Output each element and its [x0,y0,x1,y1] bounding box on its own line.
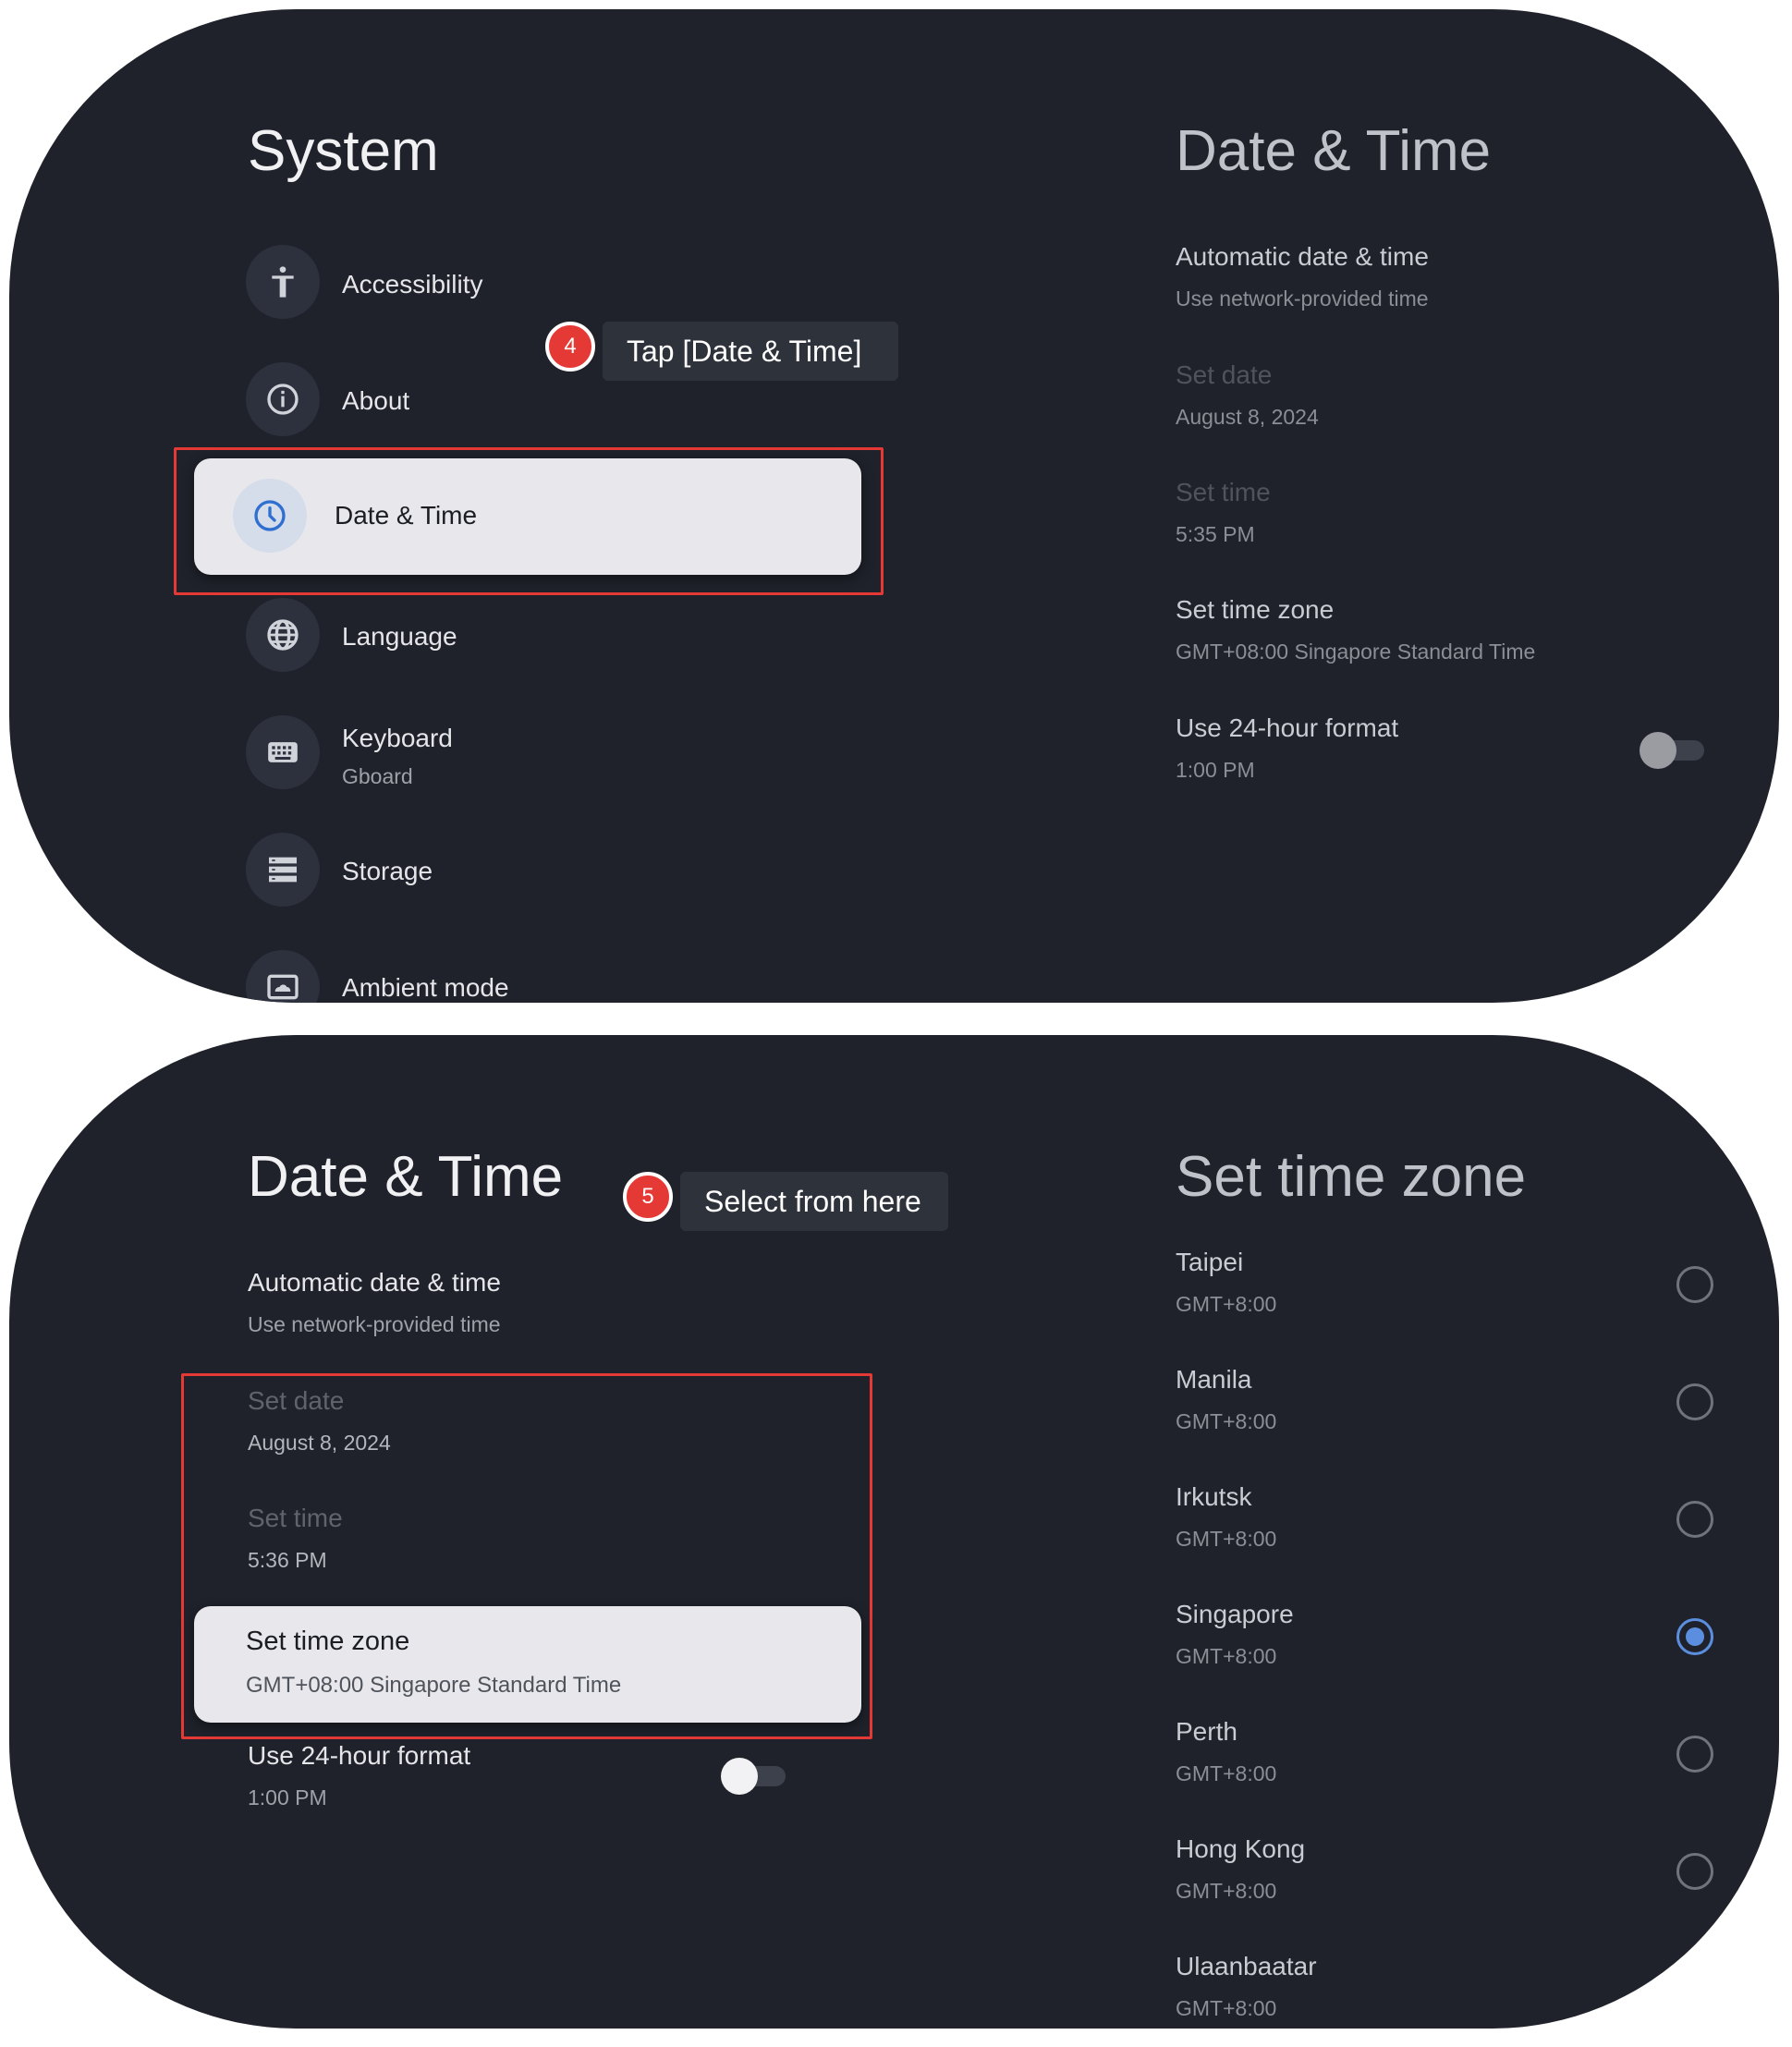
item-label: Automatic date & time [248,1268,501,1297]
automatic-date-time-item[interactable]: Automatic date & time Use network-provid… [248,1266,876,1359]
timezone-item-perth[interactable]: Perth GMT+8:00 [1176,1717,1749,1809]
timezone-offset: GMT+8:00 [1176,1644,1277,1668]
page-title: Date & Time [248,1145,564,1209]
timezone-item-taipei[interactable]: Taipei GMT+8:00 [1176,1248,1749,1340]
preview-24-hour-toggle [1640,732,1704,769]
set-time-zone-item[interactable]: Set time zone GMT+08:00 Singapore Standa… [194,1606,861,1723]
preview-item-sub: GMT+08:00 Singapore Standard Time [1176,640,1536,664]
timezone-radio-selected[interactable] [1676,1618,1713,1655]
item-sub: 1:00 PM [248,1785,327,1809]
item-label: Set time [248,1504,343,1532]
menu-item-accessibility[interactable]: Accessibility [246,245,708,328]
set-time-item: Set time 5:36 PM [248,1502,858,1594]
timezone-city: Hong Kong [1176,1834,1306,1863]
preview-item-label: Set time [1176,478,1271,506]
item-sub: August 8, 2024 [248,1431,391,1455]
timezone-radio[interactable] [1676,1853,1713,1890]
ambient-icon [246,950,320,1003]
timezone-panel-title: Set time zone [1176,1145,1527,1209]
keyboard-icon [246,715,320,789]
globe-icon [246,598,320,672]
accessibility-icon [246,245,320,319]
timezone-radio[interactable] [1676,1383,1713,1420]
step-badge: 4 [545,322,595,372]
menu-item-label: Ambient mode [342,973,509,1002]
timezone-radio[interactable] [1676,1970,1713,2007]
menu-item-label: Storage [342,857,433,885]
timezone-offset: GMT+8:00 [1176,1879,1277,1903]
preview-item-label: Set date [1176,360,1273,389]
menu-item-label: Accessibility [342,270,483,299]
preview-item-label: Use 24-hour format [1176,713,1399,742]
instruction-callout: Select from here [680,1172,948,1231]
timezone-item-manila[interactable]: Manila GMT+8:00 [1176,1365,1749,1457]
item-label: Set date [248,1386,345,1415]
timezone-radio[interactable] [1676,1266,1713,1303]
item-label: Set time zone [246,1627,410,1656]
menu-item-sub: Gboard [342,764,413,788]
clock-icon [233,479,307,553]
preview-item-sub: August 8, 2024 [1176,405,1319,429]
timezone-radio[interactable] [1676,1501,1713,1538]
menu-item-keyboard[interactable]: Keyboard Gboard [246,715,708,798]
menu-item-storage[interactable]: Storage [246,833,708,916]
preview-item-label: Automatic date & time [1176,242,1429,271]
menu-item-label: Language [342,622,457,651]
timezone-item-singapore[interactable]: Singapore GMT+8:00 [1176,1600,1749,1692]
preview-item-label: Set time zone [1176,595,1335,624]
timezone-city: Manila [1176,1365,1252,1394]
timezone-city: Irkutsk [1176,1482,1252,1511]
preview-item-sub: 5:35 PM [1176,522,1255,546]
timezone-item-irkutsk[interactable]: Irkutsk GMT+8:00 [1176,1482,1749,1575]
timezone-item-ulaanbaatar[interactable]: Ulaanbaatar GMT+8:00 [1176,1952,1749,2029]
menu-item-ambient-mode[interactable]: Ambient mode [246,950,708,1003]
menu-item-label: Date & Time [335,501,478,530]
menu-item-date-time[interactable]: Date & Time [194,458,861,575]
item-sub: GMT+08:00 Singapore Standard Time [246,1673,622,1698]
menu-item-language[interactable]: Language [246,598,708,681]
instruction-callout: Tap [Date & Time] [603,322,898,381]
timezone-radio[interactable] [1676,1736,1713,1773]
menu-item-label: About [342,386,410,415]
page-title: System [248,119,439,183]
timezone-city: Ulaanbaatar [1176,1952,1317,1980]
system-settings-screen: System Accessibility About Date & Time L… [9,9,1779,1003]
timezone-offset: GMT+8:00 [1176,1527,1277,1551]
item-sub: Use network-provided time [248,1312,501,1336]
timezone-item-hong-kong[interactable]: Hong Kong GMT+8:00 [1176,1834,1749,1927]
timezone-offset: GMT+8:00 [1176,1409,1277,1433]
24-hour-toggle[interactable] [721,1758,786,1795]
timezone-city: Taipei [1176,1248,1244,1276]
item-sub: 5:36 PM [248,1548,327,1572]
menu-item-label: Keyboard [342,724,453,752]
timezone-offset: GMT+8:00 [1176,1292,1277,1316]
timezone-city: Singapore [1176,1600,1294,1628]
preview-item-sub: 1:00 PM [1176,758,1255,782]
timezone-offset: GMT+8:00 [1176,1761,1277,1785]
preview-title: Date & Time [1176,119,1492,183]
use-24-hour-format-item[interactable]: Use 24-hour format 1:00 PM [248,1739,802,1832]
date-time-settings-screen: Date & Time 5 Select from here Automatic… [9,1035,1779,2029]
timezone-city: Perth [1176,1717,1237,1746]
storage-icon [246,833,320,907]
item-label: Use 24-hour format [248,1741,471,1770]
set-date-item: Set date August 8, 2024 [248,1384,858,1477]
info-icon [246,362,320,436]
preview-item-sub: Use network-provided time [1176,286,1429,311]
timezone-offset: GMT+8:00 [1176,1996,1277,2020]
step-badge: 5 [623,1172,673,1222]
